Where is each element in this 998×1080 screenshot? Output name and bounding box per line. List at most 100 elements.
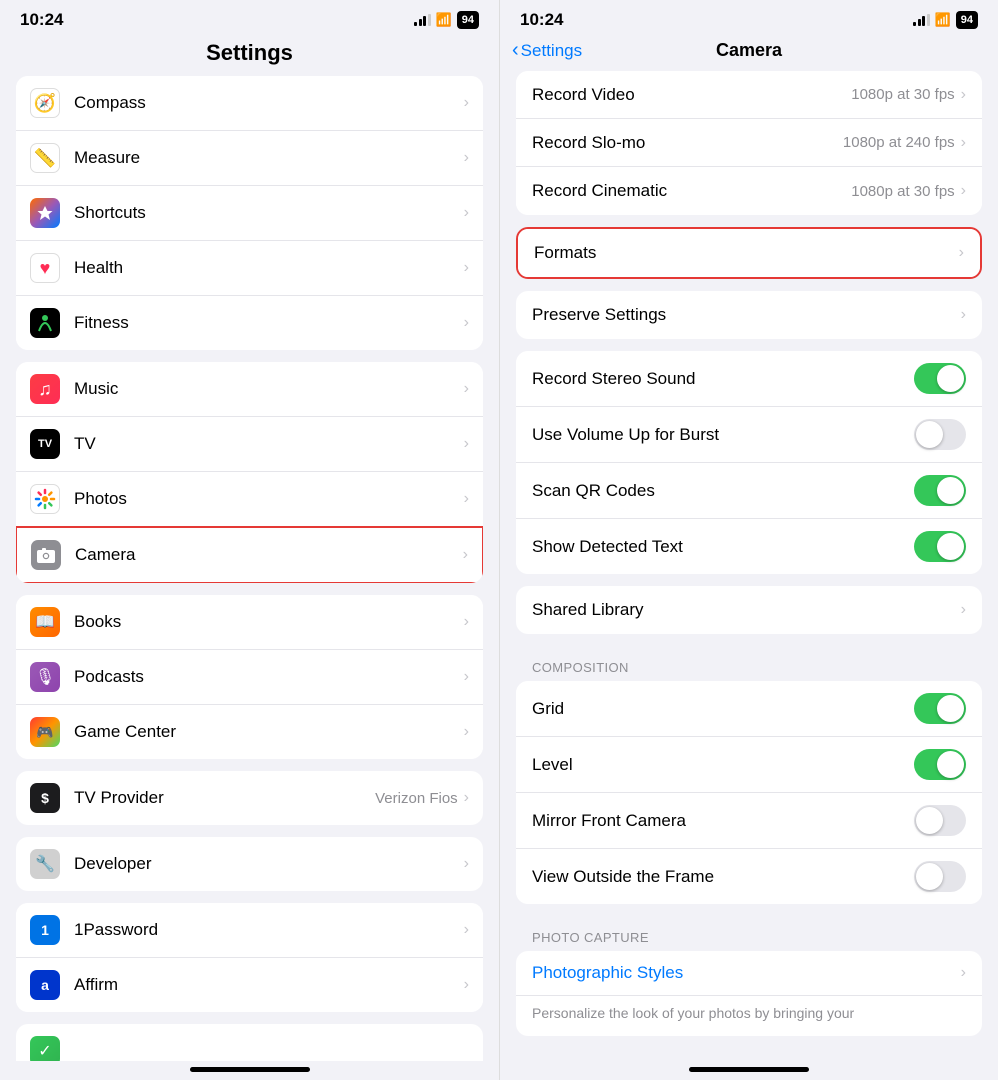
formats-label: Formats (534, 243, 959, 263)
right-signal-icon (913, 14, 930, 26)
back-label: Settings (521, 41, 582, 61)
list-item[interactable]: Photos › (16, 472, 483, 527)
left-status-icons: 📶 94 (414, 11, 479, 29)
settings-group-bottom: 1 1Password › a Affirm › (16, 903, 483, 1012)
view-outside-row: View Outside the Frame (516, 849, 982, 904)
left-time: 10:24 (20, 10, 63, 30)
left-page-title: Settings (206, 40, 293, 65)
compass-label: Compass (74, 93, 464, 113)
back-button[interactable]: ‹ Settings (512, 39, 582, 62)
grid-row: Grid (516, 681, 982, 737)
right-time: 10:24 (520, 10, 563, 30)
list-item[interactable]: 1 1Password › (16, 903, 483, 958)
1password-icon: 1 (30, 915, 60, 945)
measure-label: Measure (74, 148, 464, 168)
affirm-icon: a (30, 970, 60, 1000)
fitness-icon (30, 308, 60, 338)
tvprovider-icon: $ (30, 783, 60, 813)
formats-group: Formats › (516, 227, 982, 279)
list-item[interactable]: ✓ (16, 1024, 483, 1061)
formats-row[interactable]: Formats › (518, 229, 980, 277)
volume-burst-toggle[interactable] (914, 419, 966, 450)
list-item[interactable]: a Affirm › (16, 958, 483, 1012)
composition-group: Grid Level Mirror Front Camera View Outs… (516, 681, 982, 904)
list-item[interactable]: 📖 Books › (16, 595, 483, 650)
record-stereo-row: Record Stereo Sound (516, 351, 982, 407)
list-item[interactable]: Fitness › (16, 296, 483, 350)
books-label: Books (74, 612, 464, 632)
level-toggle[interactable] (914, 749, 966, 780)
record-video-row[interactable]: Record Video 1080p at 30 fps › (516, 71, 982, 119)
mirror-front-label: Mirror Front Camera (532, 811, 914, 831)
camera-icon (31, 540, 61, 570)
home-indicator (190, 1067, 310, 1072)
camera-label: Camera (75, 545, 463, 565)
list-item[interactable]: ♫ Music › (16, 362, 483, 417)
record-slomo-label: Record Slo-mo (532, 133, 843, 153)
right-home-indicator (689, 1067, 809, 1072)
tvprovider-label: TV Provider (74, 788, 375, 808)
mirror-front-toggle[interactable] (914, 805, 966, 836)
left-status-bar: 10:24 📶 94 (0, 0, 499, 36)
record-cinematic-row[interactable]: Record Cinematic 1080p at 30 fps › (516, 167, 982, 215)
list-item[interactable]: ♥ Health › (16, 241, 483, 296)
tv-label: TV (74, 434, 464, 454)
volume-burst-row: Use Volume Up for Burst (516, 407, 982, 463)
list-item[interactable]: 📏 Measure › (16, 131, 483, 186)
photo-capture-section-label: PHOTO CAPTURE (516, 916, 982, 951)
camera-toggles-group: Record Stereo Sound Use Volume Up for Bu… (516, 351, 982, 574)
list-item[interactable]: 🔧 Developer › (16, 837, 483, 891)
music-label: Music (74, 379, 464, 399)
right-status-icons: 📶 94 (913, 11, 978, 29)
list-item[interactable]: 🧭 Compass › (16, 76, 483, 131)
list-item[interactable]: TV TV › (16, 417, 483, 472)
books-icon: 📖 (30, 607, 60, 637)
wifi-icon: 📶 (436, 12, 452, 28)
camera-settings-row[interactable]: Camera › (16, 526, 483, 583)
record-stereo-toggle[interactable] (914, 363, 966, 394)
grid-label: Grid (532, 699, 914, 719)
volume-burst-label: Use Volume Up for Burst (532, 425, 914, 445)
list-item[interactable]: 🎙 Podcasts › (16, 650, 483, 705)
health-label: Health (74, 258, 464, 278)
gamecenter-icon: 🎮 (30, 717, 60, 747)
gamecenter-label: Game Center (74, 722, 464, 742)
show-detected-text-label: Show Detected Text (532, 537, 914, 557)
tvprovider-value: Verizon Fios (375, 790, 458, 807)
photographic-styles-row[interactable]: Photographic Styles › (516, 951, 982, 996)
shortcuts-icon (30, 198, 60, 228)
photographic-styles-group: Photographic Styles › Personalize the lo… (516, 951, 982, 1036)
record-video-value: 1080p at 30 fps (851, 86, 954, 103)
preserve-settings-row[interactable]: Preserve Settings › (516, 291, 982, 339)
left-scroll-area[interactable]: 🧭 Compass › 📏 Measure › Shortcuts › ♥ (0, 76, 499, 1061)
preserve-settings-label: Preserve Settings (532, 305, 961, 325)
shared-library-label: Shared Library (532, 600, 961, 620)
developer-label: Developer (74, 854, 464, 874)
affirm-label: Affirm (74, 975, 464, 995)
camera-page-title: Camera (716, 40, 782, 61)
show-detected-text-row: Show Detected Text (516, 519, 982, 574)
list-item[interactable]: Shortcuts › (16, 186, 483, 241)
right-scroll-area[interactable]: Record Video 1080p at 30 fps › Record Sl… (500, 71, 998, 1061)
scan-qr-toggle[interactable] (914, 475, 966, 506)
record-slomo-row[interactable]: Record Slo-mo 1080p at 240 fps › (516, 119, 982, 167)
right-status-bar: 10:24 📶 94 (500, 0, 998, 36)
shared-library-group: Shared Library › (516, 586, 982, 634)
show-detected-text-toggle[interactable] (914, 531, 966, 562)
list-item[interactable]: $ TV Provider Verizon Fios › (16, 771, 483, 825)
view-outside-toggle[interactable] (914, 861, 966, 892)
grid-toggle[interactable] (914, 693, 966, 724)
settings-group-top: 🧭 Compass › 📏 Measure › Shortcuts › ♥ (16, 76, 483, 350)
photos-icon (30, 484, 60, 514)
shared-library-row[interactable]: Shared Library › (516, 586, 982, 634)
level-label: Level (532, 755, 914, 775)
settings-group-extra: ✓ (16, 1024, 483, 1061)
level-row: Level (516, 737, 982, 793)
mirror-front-row: Mirror Front Camera (516, 793, 982, 849)
right-wifi-icon: 📶 (935, 12, 951, 28)
left-panel: 10:24 📶 94 Settings 🧭 Compass › 📏 (0, 0, 499, 1080)
list-item[interactable]: 🎮 Game Center › (16, 705, 483, 759)
1password-label: 1Password (74, 920, 464, 940)
record-cinematic-value: 1080p at 30 fps (851, 183, 954, 200)
view-outside-label: View Outside the Frame (532, 867, 914, 887)
